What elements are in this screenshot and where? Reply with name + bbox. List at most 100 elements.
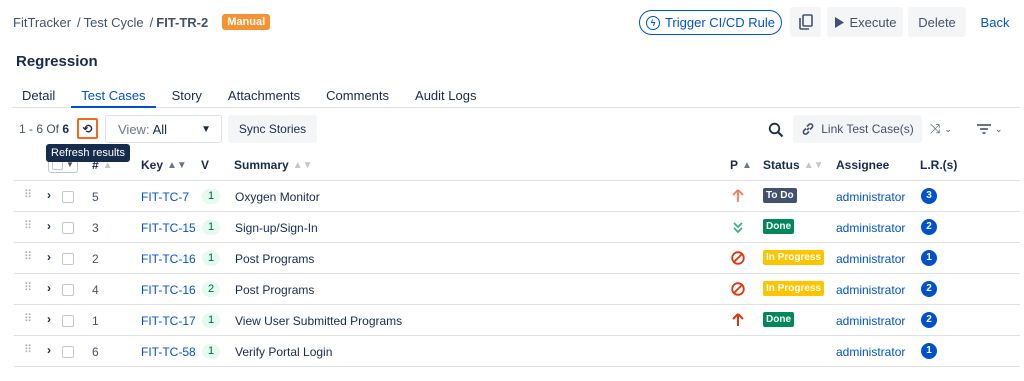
last-runs-count-badge[interactable]: 2 [921,281,937,297]
assignee-link[interactable]: administrator [836,283,905,297]
delete-button[interactable]: Delete [908,7,966,37]
expand-chevron-icon[interactable]: › [47,188,51,202]
view-label: View: [118,121,150,137]
breadcrumb-section[interactable]: Test Cycle [84,15,144,30]
search-icon[interactable] [768,122,784,138]
drag-handle-icon[interactable]: ⠿ [24,343,32,356]
row-checkbox[interactable] [62,346,74,358]
expand-chevron-icon[interactable]: › [47,312,51,326]
assignee-link[interactable]: administrator [836,190,905,204]
table-row[interactable]: ⠿ › 3 FIT-TC-15 1 Sign-up/Sign-In Done a… [14,212,1020,243]
row-number: 5 [92,190,99,204]
row-checkbox[interactable] [62,253,74,265]
tab-test-cases[interactable]: Test Cases [71,84,156,108]
row-number: 6 [92,345,99,359]
copy-button[interactable] [790,7,821,37]
expand-chevron-icon[interactable]: › [47,343,51,357]
tab-detail[interactable]: Detail [12,84,65,108]
manual-badge: Manual [222,14,271,30]
column-status[interactable]: Status ▲▼ [763,158,823,172]
drag-handle-icon[interactable]: ⠿ [24,188,32,201]
expand-chevron-icon[interactable]: › [47,250,51,264]
column-summary[interactable]: Summary ▲▼ [234,158,313,172]
test-case-summary: Post Programs [235,283,315,297]
status-badge: Done [763,312,794,327]
sort-icon: ▲▼ [167,159,187,171]
assignee-link[interactable]: administrator [836,221,905,235]
test-case-summary: Oxygen Monitor [235,190,320,204]
test-case-key-link[interactable]: FIT-TC-17 [141,314,196,328]
tab-story[interactable]: Story [162,84,212,108]
expand-chevron-icon[interactable]: › [47,219,51,233]
tab-audit-logs[interactable]: Audit Logs [405,84,486,108]
assignee-link[interactable]: administrator [836,345,905,359]
status-badge: In Progress [763,281,825,296]
table-row[interactable]: ⠿ › 1 FIT-TC-17 1 View User Submitted Pr… [14,305,1020,336]
link-icon [802,123,814,135]
test-case-key-link[interactable]: FIT-TC-16 [141,283,196,297]
assignee-link[interactable]: administrator [836,252,905,266]
last-runs-count-badge[interactable]: 3 [921,188,937,204]
back-button[interactable]: Back [974,7,1016,37]
last-runs-count-badge[interactable]: 1 [921,250,937,266]
version-badge: 1 [202,344,220,359]
row-checkbox[interactable] [62,222,74,234]
view-select[interactable]: View: All ▼ [105,115,222,143]
filter-menu-button[interactable]: ⌄ [977,121,1011,137]
row-number: 4 [92,283,99,297]
sync-stories-button[interactable]: Sync Stories [228,115,317,143]
double-chevron-down-icon [733,222,743,234]
row-number: 1 [92,314,99,328]
breadcrumb-separator: / [77,14,81,30]
column-priority-label: P [730,158,739,172]
version-badge: 1 [202,189,220,204]
test-case-summary: Sign-up/Sign-In [235,221,318,235]
last-runs-count-badge[interactable]: 2 [921,219,937,235]
row-checkbox[interactable] [62,284,74,296]
trigger-cicd-label: Trigger CI/CD Rule [664,15,776,30]
version-badge: 1 [202,220,220,235]
link-test-cases-button[interactable]: Link Test Case(s) [793,115,922,143]
drag-handle-icon[interactable]: ⠿ [24,219,32,232]
drag-handle-icon[interactable]: ⠿ [24,281,32,294]
drag-handle-icon[interactable]: ⠿ [24,312,32,325]
table-row[interactable]: ⠿ › 4 FIT-TC-16 2 Post Programs In Progr… [14,274,1020,305]
test-case-key-link[interactable]: FIT-TC-15 [141,221,196,235]
status-badge: To Do [763,188,797,203]
blocker-icon [731,251,745,265]
column-priority[interactable]: P ▲ [730,158,752,172]
assignee-link[interactable]: administrator [836,314,905,328]
header-bar: FitTracker / Test Cycle / FIT-TR-2 Manua… [0,0,1024,44]
refresh-button[interactable]: ⟲ [77,118,98,139]
breadcrumb-app[interactable]: FitTracker [13,15,71,30]
version-badge: 1 [202,251,220,266]
last-runs-count-badge[interactable]: 1 [921,343,937,359]
status-badge: In Progress [763,250,825,265]
column-key-label: Key [141,158,164,172]
row-checkbox[interactable] [62,191,74,203]
blocker-icon [731,282,745,296]
drag-handle-icon[interactable]: ⠿ [24,250,32,263]
expand-chevron-icon[interactable]: › [47,281,51,295]
test-case-key-link[interactable]: FIT-TC-7 [141,190,189,204]
version-badge: 2 [202,282,220,297]
view-value: All [152,121,168,137]
tab-comments[interactable]: Comments [316,84,399,108]
column-key[interactable]: Key ▲▼ [141,158,187,172]
table-row[interactable]: ⠿ › 6 FIT-TC-58 1 Verify Portal Login ad… [14,336,1020,367]
shuffle-menu-button[interactable]: ⤨ ⌄ [930,121,964,137]
sort-icon: ▲▼ [292,159,313,171]
table-row[interactable]: ⠿ › 5 FIT-TC-7 1 Oxygen Monitor To Do ad… [14,181,1020,212]
result-range: 1 - 6 Of 6 [19,122,69,136]
tab-attachments[interactable]: Attachments [218,84,310,108]
arrow-up-icon [732,189,744,202]
test-case-key-link[interactable]: FIT-TC-58 [141,345,196,359]
execute-button[interactable]: Execute [827,7,903,37]
row-checkbox[interactable] [62,315,74,327]
table-toolbar: 1 - 6 Of 6 ⟲ View: All ▼ Sync Stories Li… [0,114,1024,144]
test-case-key-link[interactable]: FIT-TC-16 [141,252,196,266]
breadcrumb-current: FIT-TR-2 [156,14,209,30]
table-row[interactable]: ⠿ › 2 FIT-TC-16 1 Post Programs In Progr… [14,243,1020,274]
last-runs-count-badge[interactable]: 2 [921,312,937,328]
trigger-cicd-button[interactable]: ϟ Trigger CI/CD Rule [639,10,782,35]
